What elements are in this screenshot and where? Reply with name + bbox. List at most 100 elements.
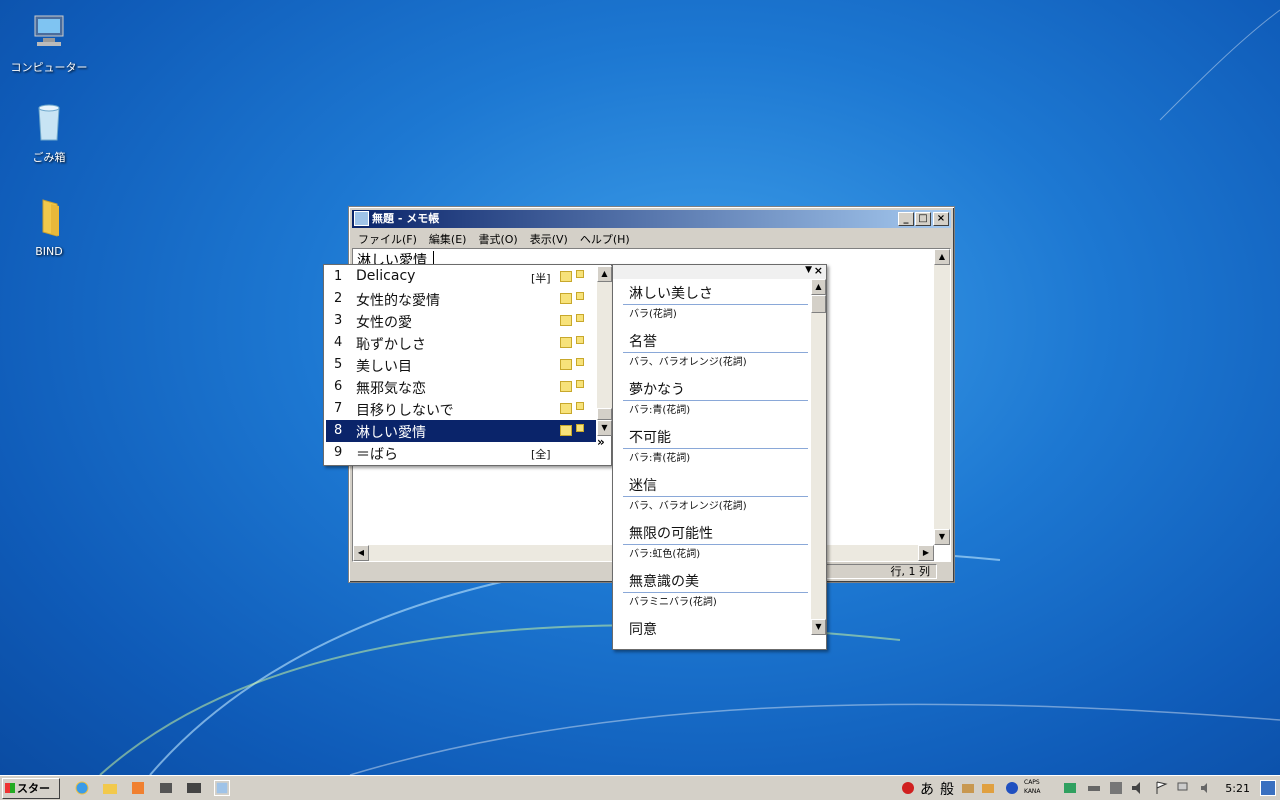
candidate-text: Delicacy xyxy=(356,268,416,284)
candidate-item[interactable]: 5 美しい目 xyxy=(326,354,596,376)
close-button[interactable]: × xyxy=(933,212,949,226)
candidate-text: 無邪気な恋 xyxy=(356,381,426,397)
candidate-number: 2 xyxy=(334,291,343,306)
candidate-text: 女性的な愛情 xyxy=(356,293,440,309)
candidate-text: ＝ばら xyxy=(356,447,398,463)
comment-entry: 無限の可能性 バラ:虹色(花詞) xyxy=(623,523,808,565)
menu-help[interactable]: ヘルプ(H) xyxy=(574,229,636,248)
scroll-down-arrow[interactable]: ▼ xyxy=(811,619,826,635)
kana-indicator[interactable]: KANA xyxy=(1024,788,1041,795)
ime-candidate-list: 1 Delicacy [半] 2 女性的な愛情 3 女性の愛 4 恥ずかしさ 5… xyxy=(323,264,612,466)
scroll-down-arrow[interactable]: ▼ xyxy=(934,529,950,545)
menu-file[interactable]: ファイル(F) xyxy=(352,229,423,248)
candidate-item[interactable]: 9 ＝ばら [全] xyxy=(326,442,596,464)
maximize-button[interactable]: □ xyxy=(915,212,931,226)
minimize-button[interactable]: _ xyxy=(898,212,914,226)
scroll-thumb[interactable] xyxy=(597,408,612,420)
expand-candidates-button[interactable]: » xyxy=(597,435,612,449)
notepad-task-icon[interactable] xyxy=(214,780,230,796)
note-icon xyxy=(576,402,584,410)
candidate-item[interactable]: 6 無邪気な恋 xyxy=(326,376,596,398)
candidate-item[interactable]: 3 女性の愛 xyxy=(326,310,596,332)
movie-maker-icon[interactable] xyxy=(158,780,174,796)
scroll-left-arrow[interactable]: ◀ xyxy=(353,545,369,561)
system-clock[interactable]: 5:21 xyxy=(1225,782,1250,795)
scroll-up-arrow[interactable]: ▲ xyxy=(597,266,612,282)
candidate-width-tag: [半] xyxy=(531,272,551,285)
candidate-number: 3 xyxy=(334,313,343,328)
comment-description: バラ、バラオレンジ(花詞) xyxy=(629,357,747,368)
ime-tool-icon[interactable] xyxy=(980,780,996,796)
candidate-scrollbar[interactable]: ▲ ▼ xyxy=(597,266,612,436)
desktop-icon-label: BIND xyxy=(35,245,63,258)
comment-scrollbar[interactable]: ▲ ▼ xyxy=(811,279,826,635)
candidate-text: 女性の愛 xyxy=(356,315,412,331)
comment-word: 同意 xyxy=(629,622,657,638)
media-player-icon[interactable] xyxy=(130,780,146,796)
candidate-item[interactable]: 4 恥ずかしさ xyxy=(326,332,596,354)
speaker-icon[interactable] xyxy=(1198,780,1214,796)
comment-icon xyxy=(560,271,572,282)
scroll-down-arrow[interactable]: ▼ xyxy=(597,420,612,436)
action-center-flag-icon[interactable] xyxy=(1154,780,1170,796)
window-titlebar[interactable]: 無題 - メモ帳 _ □ × xyxy=(352,210,951,228)
comment-word: 無限の可能性 xyxy=(623,523,808,545)
note-icon xyxy=(576,358,584,366)
comment-icon xyxy=(560,425,572,436)
start-button[interactable]: スタート xyxy=(2,778,60,799)
recycle-bin-icon xyxy=(38,104,60,141)
caps-indicator[interactable]: CAPS xyxy=(1024,779,1040,786)
menu-view[interactable]: 表示(V) xyxy=(524,229,574,248)
desktop-icon-recycle-bin[interactable]: ごみ箱 xyxy=(9,102,89,165)
desktop-icon-bind-folder[interactable]: BIND xyxy=(9,198,89,258)
network-icon[interactable] xyxy=(1176,780,1192,796)
note-icon xyxy=(576,424,584,432)
help-icon[interactable] xyxy=(1004,780,1020,796)
comment-description: バラ:虹色(花詞) xyxy=(629,549,701,560)
note-icon xyxy=(576,292,584,300)
ime-pad-icon[interactable] xyxy=(960,780,976,796)
menu-format[interactable]: 書式(O) xyxy=(472,229,523,248)
tray-network-icon[interactable] xyxy=(1062,780,1078,796)
comment-entry: 淋しい美しさ バラ(花詞) xyxy=(623,283,808,325)
comment-icon xyxy=(560,337,572,348)
scroll-thumb[interactable] xyxy=(811,295,826,313)
scroll-right-arrow[interactable]: ▶ xyxy=(918,545,934,561)
comment-header: ▼ × xyxy=(613,264,826,279)
note-icon xyxy=(576,270,584,278)
internet-explorer-icon[interactable] xyxy=(74,780,90,796)
tray-app-icon[interactable] xyxy=(1108,780,1124,796)
scroll-up-arrow[interactable]: ▲ xyxy=(934,249,950,265)
explorer-folder-icon[interactable] xyxy=(102,780,118,796)
note-icon xyxy=(576,314,584,322)
candidate-item[interactable]: 1 Delicacy [半] xyxy=(326,266,596,288)
comment-entry: 不可能 バラ:青(花詞) xyxy=(623,427,808,469)
computer-icon xyxy=(34,15,64,46)
app-window-icon[interactable] xyxy=(186,780,202,796)
candidate-item-selected[interactable]: 8 淋しい愛情 xyxy=(326,420,596,442)
note-icon xyxy=(576,380,584,388)
taskbar: スタート あ 般 CAPS KANA 5:21 xyxy=(0,775,1280,800)
candidate-number: 5 xyxy=(334,357,343,372)
scroll-up-arrow[interactable]: ▲ xyxy=(811,279,826,295)
ime-language-icon[interactable] xyxy=(900,780,916,796)
candidate-number: 7 xyxy=(334,401,343,416)
folder-icon xyxy=(42,199,59,237)
volume-icon[interactable] xyxy=(1130,780,1146,796)
desktop-icon-computer[interactable]: コンピューター xyxy=(9,12,89,75)
comment-description: バラ、バラオレンジ(花詞) xyxy=(629,501,747,512)
comment-icon xyxy=(560,359,572,370)
comment-entry: 迷信 バラ、バラオレンジ(花詞) xyxy=(623,475,808,517)
candidate-item[interactable]: 2 女性的な愛情 xyxy=(326,288,596,310)
close-icon[interactable]: × xyxy=(814,264,823,277)
comment-word: 夢かなう xyxy=(623,379,808,401)
tray-device-icon[interactable] xyxy=(1086,780,1102,796)
ime-input-mode[interactable]: あ xyxy=(920,779,934,799)
candidate-item[interactable]: 7 目移りしないで xyxy=(326,398,596,420)
vertical-scrollbar[interactable]: ▲ ▼ xyxy=(934,249,950,545)
show-desktop-button[interactable] xyxy=(1260,780,1276,796)
dropdown-icon[interactable]: ▼ xyxy=(805,265,812,275)
candidate-text: 美しい目 xyxy=(356,359,412,375)
ime-conversion-mode[interactable]: 般 xyxy=(940,779,954,799)
menu-edit[interactable]: 編集(E) xyxy=(423,229,473,248)
